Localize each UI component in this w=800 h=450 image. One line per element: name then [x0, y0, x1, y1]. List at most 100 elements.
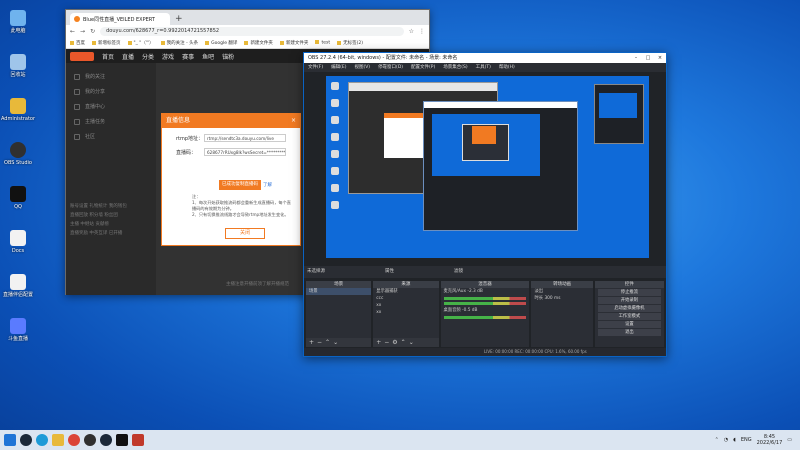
copy-key-button[interactable]: 已成功复制直播码	[219, 180, 261, 190]
close-icon[interactable]: ×	[291, 114, 296, 128]
nav-item[interactable]: 鱼吧	[202, 52, 214, 61]
language-indicator[interactable]: ENG	[741, 437, 752, 443]
notification-icon[interactable]: ▭	[787, 437, 792, 443]
sidebar-item[interactable]: 我的关注	[66, 69, 156, 84]
sidebar-item[interactable]: 主播任务	[66, 114, 156, 129]
explorer-icon[interactable]	[52, 434, 64, 446]
source-item[interactable]: xx	[373, 309, 438, 316]
menu-tools[interactable]: 工具(T)	[476, 63, 491, 72]
browser-tab[interactable]: Blue同性直播_VEILED EXPERT	[70, 13, 170, 25]
url-input[interactable]: douyu.com/628677_r=0.9922014721557852	[100, 27, 404, 36]
duration-input[interactable]: 300 ms	[544, 296, 560, 301]
bookmark-item[interactable]: 我的关注 - 头条	[161, 40, 198, 46]
source-toolbar: 未选择源 属性 滤镜	[304, 266, 666, 278]
menu-icon[interactable]: ⋮	[419, 28, 425, 35]
menu-scene-collection[interactable]: 场景集合(S)	[443, 63, 467, 72]
nav-item[interactable]: 直播	[122, 52, 134, 61]
chrome-icon[interactable]	[68, 434, 80, 446]
bookmark-item[interactable]: 无标签(2)	[337, 40, 363, 46]
steam-icon[interactable]	[100, 434, 112, 446]
desktop-icon[interactable]: Docs	[3, 230, 33, 270]
app-icon[interactable]	[132, 434, 144, 446]
stop-streaming-button[interactable]: 停止推流	[597, 289, 661, 296]
dialog-notes: 注： 1、每次开始获取推流码都会重新生成直播码，每个直播码的有效期为分钟。 2、…	[192, 194, 291, 217]
source-item[interactable]: 显示器捕获	[373, 288, 438, 295]
sidebar-item[interactable]: 直播中心	[66, 99, 156, 114]
minimize-icon[interactable]: –	[630, 53, 642, 63]
desktop-icon[interactable]: QQ	[3, 186, 33, 226]
rtmp-field[interactable]: rtmp://sendtc3a.douyu.com/live	[204, 134, 286, 142]
desktop-icon[interactable]: 斗鱼直播	[3, 318, 33, 358]
source-item[interactable]: xx	[373, 302, 438, 309]
transition-select[interactable]: 淡出	[531, 288, 592, 295]
learn-more-link[interactable]: 了解	[263, 182, 272, 188]
bookmark-item[interactable]: 新建文件夹	[244, 40, 273, 46]
maximize-icon[interactable]: □	[642, 53, 654, 63]
bookmark-item[interactable]: 百度	[70, 40, 85, 46]
obs-icon[interactable]	[84, 434, 96, 446]
scene-toolbar[interactable]: +−⌃⌄	[306, 338, 372, 347]
nav-item[interactable]: 赛事	[182, 52, 194, 61]
menu-profile[interactable]: 配置文件(P)	[411, 63, 435, 72]
scene-item[interactable]: 场景	[306, 288, 372, 295]
source-item[interactable]: ccc	[373, 295, 438, 302]
windows-start-icon[interactable]	[4, 434, 16, 446]
grid-row[interactable]: 直播回放 积分墙 粉丝团	[70, 212, 156, 221]
bookmark-item[interactable]: 新建文件夹	[280, 40, 309, 46]
nav-item[interactable]: 游戏	[162, 52, 174, 61]
clock[interactable]: 8:45 2022/6/17	[757, 434, 783, 446]
menu-view[interactable]: 视图(V)	[354, 63, 370, 72]
sources-dock: 来源 显示器捕获 ccc xx xx +−⚙⌃⌄	[373, 281, 439, 347]
nav-item[interactable]: 锚粉	[222, 52, 234, 61]
menu-help[interactable]: 帮助(H)	[499, 63, 515, 72]
forward-icon[interactable]: →	[80, 28, 85, 35]
studio-mode-button[interactable]: 工作室模式	[597, 313, 661, 320]
properties-button[interactable]: 属性	[385, 266, 394, 278]
dialog-header: 直播信息 ×	[162, 114, 300, 128]
bookmark-item[interactable]: 新增标签页	[92, 40, 121, 46]
steam-icon[interactable]	[20, 434, 32, 446]
menu-edit[interactable]: 编辑(E)	[331, 63, 346, 72]
stream-key-field[interactable]: 628677rRUxg8lk?wsSecret=****************	[204, 148, 286, 156]
volume-icon[interactable]: ◖	[733, 437, 736, 443]
desktop-icon[interactable]: 此电脑	[3, 10, 33, 50]
nav-item[interactable]: 首页	[102, 52, 114, 61]
capcut-icon[interactable]	[116, 434, 128, 446]
source-toolbar[interactable]: +−⚙⌃⌄	[373, 338, 439, 347]
filters-button[interactable]: 滤镜	[454, 266, 463, 278]
edge-icon[interactable]	[36, 434, 48, 446]
grid-row[interactable]: 直播奖励 中英互译 已开播	[70, 230, 156, 239]
menu-item-icon	[74, 88, 80, 95]
recycle-bin-icon	[10, 54, 26, 70]
network-icon[interactable]: ◔	[724, 437, 728, 443]
back-icon[interactable]: ←	[70, 28, 75, 35]
star-icon[interactable]: ☆	[409, 28, 414, 35]
desktop-icon[interactable]: 直播伴侣配置	[3, 274, 33, 314]
exit-button[interactable]: 退出	[597, 329, 661, 336]
grid-row[interactable]: 主播 中继站 贡献榜	[70, 221, 156, 230]
reload-icon[interactable]: ↻	[90, 28, 95, 35]
virtual-camera-button[interactable]: 启动虚拟摄像机	[597, 305, 661, 312]
chevron-up-icon[interactable]: ⌃	[715, 437, 719, 443]
new-tab-button[interactable]: +	[175, 13, 183, 25]
preview-canvas[interactable]	[326, 76, 649, 258]
settings-button[interactable]: 设置	[597, 321, 661, 328]
close-button[interactable]: 关闭	[225, 228, 265, 239]
close-icon[interactable]: ×	[654, 53, 666, 63]
desktop-icons: 此电脑 回收站 Administrator OBS Studio QQ Docs…	[1, 10, 35, 362]
volume-slider[interactable]	[443, 302, 527, 305]
desktop-icon[interactable]: OBS Studio	[3, 142, 33, 182]
nav-item[interactable]: 分类	[142, 52, 154, 61]
start-recording-button[interactable]: 开始录制	[597, 297, 661, 304]
desktop-icon[interactable]: 回收站	[3, 54, 33, 94]
sidebar-item[interactable]: 社区	[66, 129, 156, 144]
desktop-icon[interactable]: Administrator	[1, 98, 35, 138]
bookmark-item[interactable]: "_ "（"'）	[128, 40, 154, 46]
bookmark-item[interactable]: Google 翻译	[205, 40, 237, 46]
menu-docks[interactable]: 停靠窗口(D)	[378, 63, 403, 72]
douyu-logo[interactable]	[70, 51, 94, 61]
grid-row[interactable]: 账号设置 礼物统计 我的钱包	[70, 203, 156, 212]
menu-file[interactable]: 文件(F)	[308, 63, 323, 72]
bookmark-item[interactable]: test	[315, 40, 330, 46]
sidebar-item[interactable]: 我的分享	[66, 84, 156, 99]
